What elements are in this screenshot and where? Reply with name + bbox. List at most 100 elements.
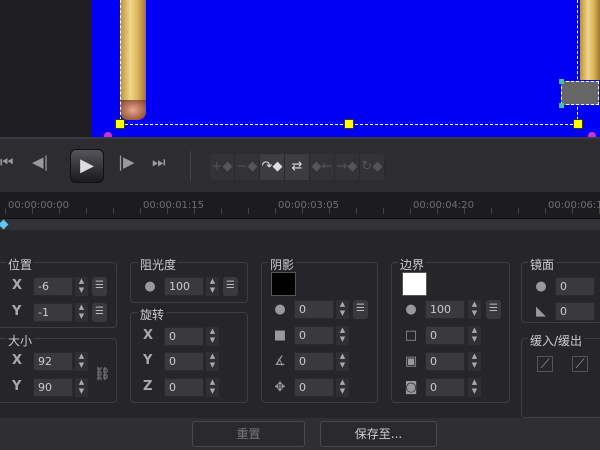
shadow-angle-spinner[interactable]: ▲ ▼ [336,352,349,371]
shadow-title: 阴影 [268,256,297,273]
position-y-menu-button[interactable]: ☰ [92,303,107,322]
size-x-spinner[interactable]: ▲ ▼ [75,352,88,371]
shadow-menu-button[interactable]: ☰ [353,300,368,319]
rotation-y-spinner[interactable]: ▲ ▼ [206,352,219,371]
shadow-distance-input[interactable]: 0 [294,378,334,397]
position-x-spinner[interactable]: ▲ ▼ [75,277,88,296]
mirror-opacity-icon: ● [535,279,547,294]
border-width-spinner[interactable]: ▲ ▼ [468,326,481,345]
previous-frame-button[interactable]: ◀| [32,153,49,171]
ruler-tick [32,208,33,214]
rotation-y-input[interactable]: 0 [164,352,204,371]
resize-handle[interactable] [115,119,125,129]
position-y-spinner[interactable]: ▲ ▼ [75,303,88,322]
ruler-tick [518,208,519,214]
ruler-tick [194,208,195,214]
rotation-title: 旋转 [138,306,167,323]
reverse-keyframe-button[interactable]: ↷◆ [260,154,285,180]
border-menu-button[interactable]: ☰ [486,300,501,319]
opacity-input[interactable]: 100 [164,277,204,296]
shadow-color-swatch[interactable] [271,272,296,296]
rotation-x-spinner[interactable]: ▲ ▼ [206,327,219,346]
go-to-end-button[interactable]: ⏭ [152,153,166,171]
go-to-start-button[interactable]: ⏮ [0,153,14,171]
mirror-opacity-input[interactable]: 0 [555,277,595,296]
ruler-tick [545,208,546,214]
border-opacity-icon: ● [405,302,417,317]
position-x-menu-button[interactable]: ☰ [92,277,107,296]
shadow-blur-input[interactable]: 0 [294,326,334,345]
add-keyframe-button[interactable]: +◆ [210,154,235,180]
position-x-input[interactable]: -6 [33,277,73,296]
border-width-input[interactable]: 0 [425,326,465,345]
selected-object[interactable] [561,81,599,105]
preview-canvas[interactable] [92,0,600,137]
border-opacity-input[interactable]: 100 [425,300,465,319]
mirror-fade-icon: ◣ [536,304,546,319]
play-button[interactable]: ▶ [70,149,104,183]
opacity-title: 阻光度 [138,256,179,273]
rotation-z-input[interactable]: 0 [164,378,204,397]
swap-keyframe-button[interactable]: ⇄ [285,154,310,180]
y-label: Y [12,379,22,394]
link-aspect-icon[interactable]: ⛓ [94,367,111,383]
ruler-tick [356,208,357,214]
ruler-tick [113,208,114,214]
ease-out-icon[interactable]: ⟋ [572,356,588,372]
opacity-menu-button[interactable]: ☰ [223,277,238,296]
divider [190,151,191,181]
border-soft-input[interactable]: 0 [425,378,465,397]
handle[interactable] [559,79,564,84]
timeline-ruler[interactable]: 00:00:00:00 00:00:01:15 00:00:03:05 00:0… [0,192,600,218]
save-to-button[interactable]: 保存至... [320,421,437,447]
shadow-opacity-input[interactable]: 0 [294,300,334,319]
ease-title: 缓入/缓出 [528,332,585,349]
ruler-tick [464,208,465,214]
border-inner-spinner[interactable]: ▲ ▼ [468,352,481,371]
size-x-input[interactable]: 92 [33,352,73,371]
left-panel [0,0,92,137]
mirror-fade-input[interactable]: 0 [555,302,595,321]
rotate-keyframe-button[interactable]: ↻◆ [360,154,385,180]
next-frame-button[interactable]: |▶ [118,153,135,171]
opacity-spinner[interactable]: ▲ ▼ [206,277,219,296]
opacity-icon: ● [144,279,156,294]
ruler-tick [140,208,141,214]
ease-in-icon[interactable]: ⟋ [537,356,553,372]
position-title: 位置 [6,256,35,273]
ruler-tick [329,208,330,214]
selection-box[interactable] [120,0,578,125]
footer-bar: 重置 保存至... [0,418,600,450]
shadow-distance-spinner[interactable]: ▲ ▼ [336,378,349,397]
reset-button[interactable]: 重置 [192,421,305,447]
ease-group [521,338,600,418]
shadow-angle-input[interactable]: 0 [294,352,334,371]
border-opacity-spinner[interactable]: ▲ ▼ [468,300,481,319]
remove-keyframe-button[interactable]: −◆ [235,154,260,180]
ruler-tick [275,208,276,214]
x-label: X [143,328,154,343]
shadow-distance-icon: ✥ [274,380,286,395]
resize-handle[interactable] [573,119,583,129]
move-right-keyframe-button[interactable]: →◆ [335,154,360,180]
size-y-input[interactable]: 90 [33,378,73,397]
y-label: Y [143,353,153,368]
size-y-spinner[interactable]: ▲ ▼ [75,378,88,397]
position-y-input[interactable]: -1 [33,303,73,322]
rotation-x-input[interactable]: 0 [164,327,204,346]
border-inner-icon: ▣ [404,354,418,369]
z-label: Z [143,379,153,394]
ruler-tick [59,208,60,214]
shadow-blur-spinner[interactable]: ▲ ▼ [336,326,349,345]
border-soft-icon: ◙ [404,380,418,395]
move-left-keyframe-button[interactable]: ◆← [310,154,335,180]
border-color-swatch[interactable] [402,272,427,296]
border-soft-spinner[interactable]: ▲ ▼ [468,378,481,397]
resize-handle[interactable] [344,119,354,129]
keyframe-toolbar: +◆ −◆ ↷◆ ⇄ ◆← →◆ ↻◆ [210,154,385,180]
keyframe-track[interactable] [0,218,600,230]
border-inner-input[interactable]: 0 [425,352,465,371]
shadow-opacity-spinner[interactable]: ▲ ▼ [336,300,349,319]
handle[interactable] [559,103,564,108]
rotation-z-spinner[interactable]: ▲ ▼ [206,378,219,397]
